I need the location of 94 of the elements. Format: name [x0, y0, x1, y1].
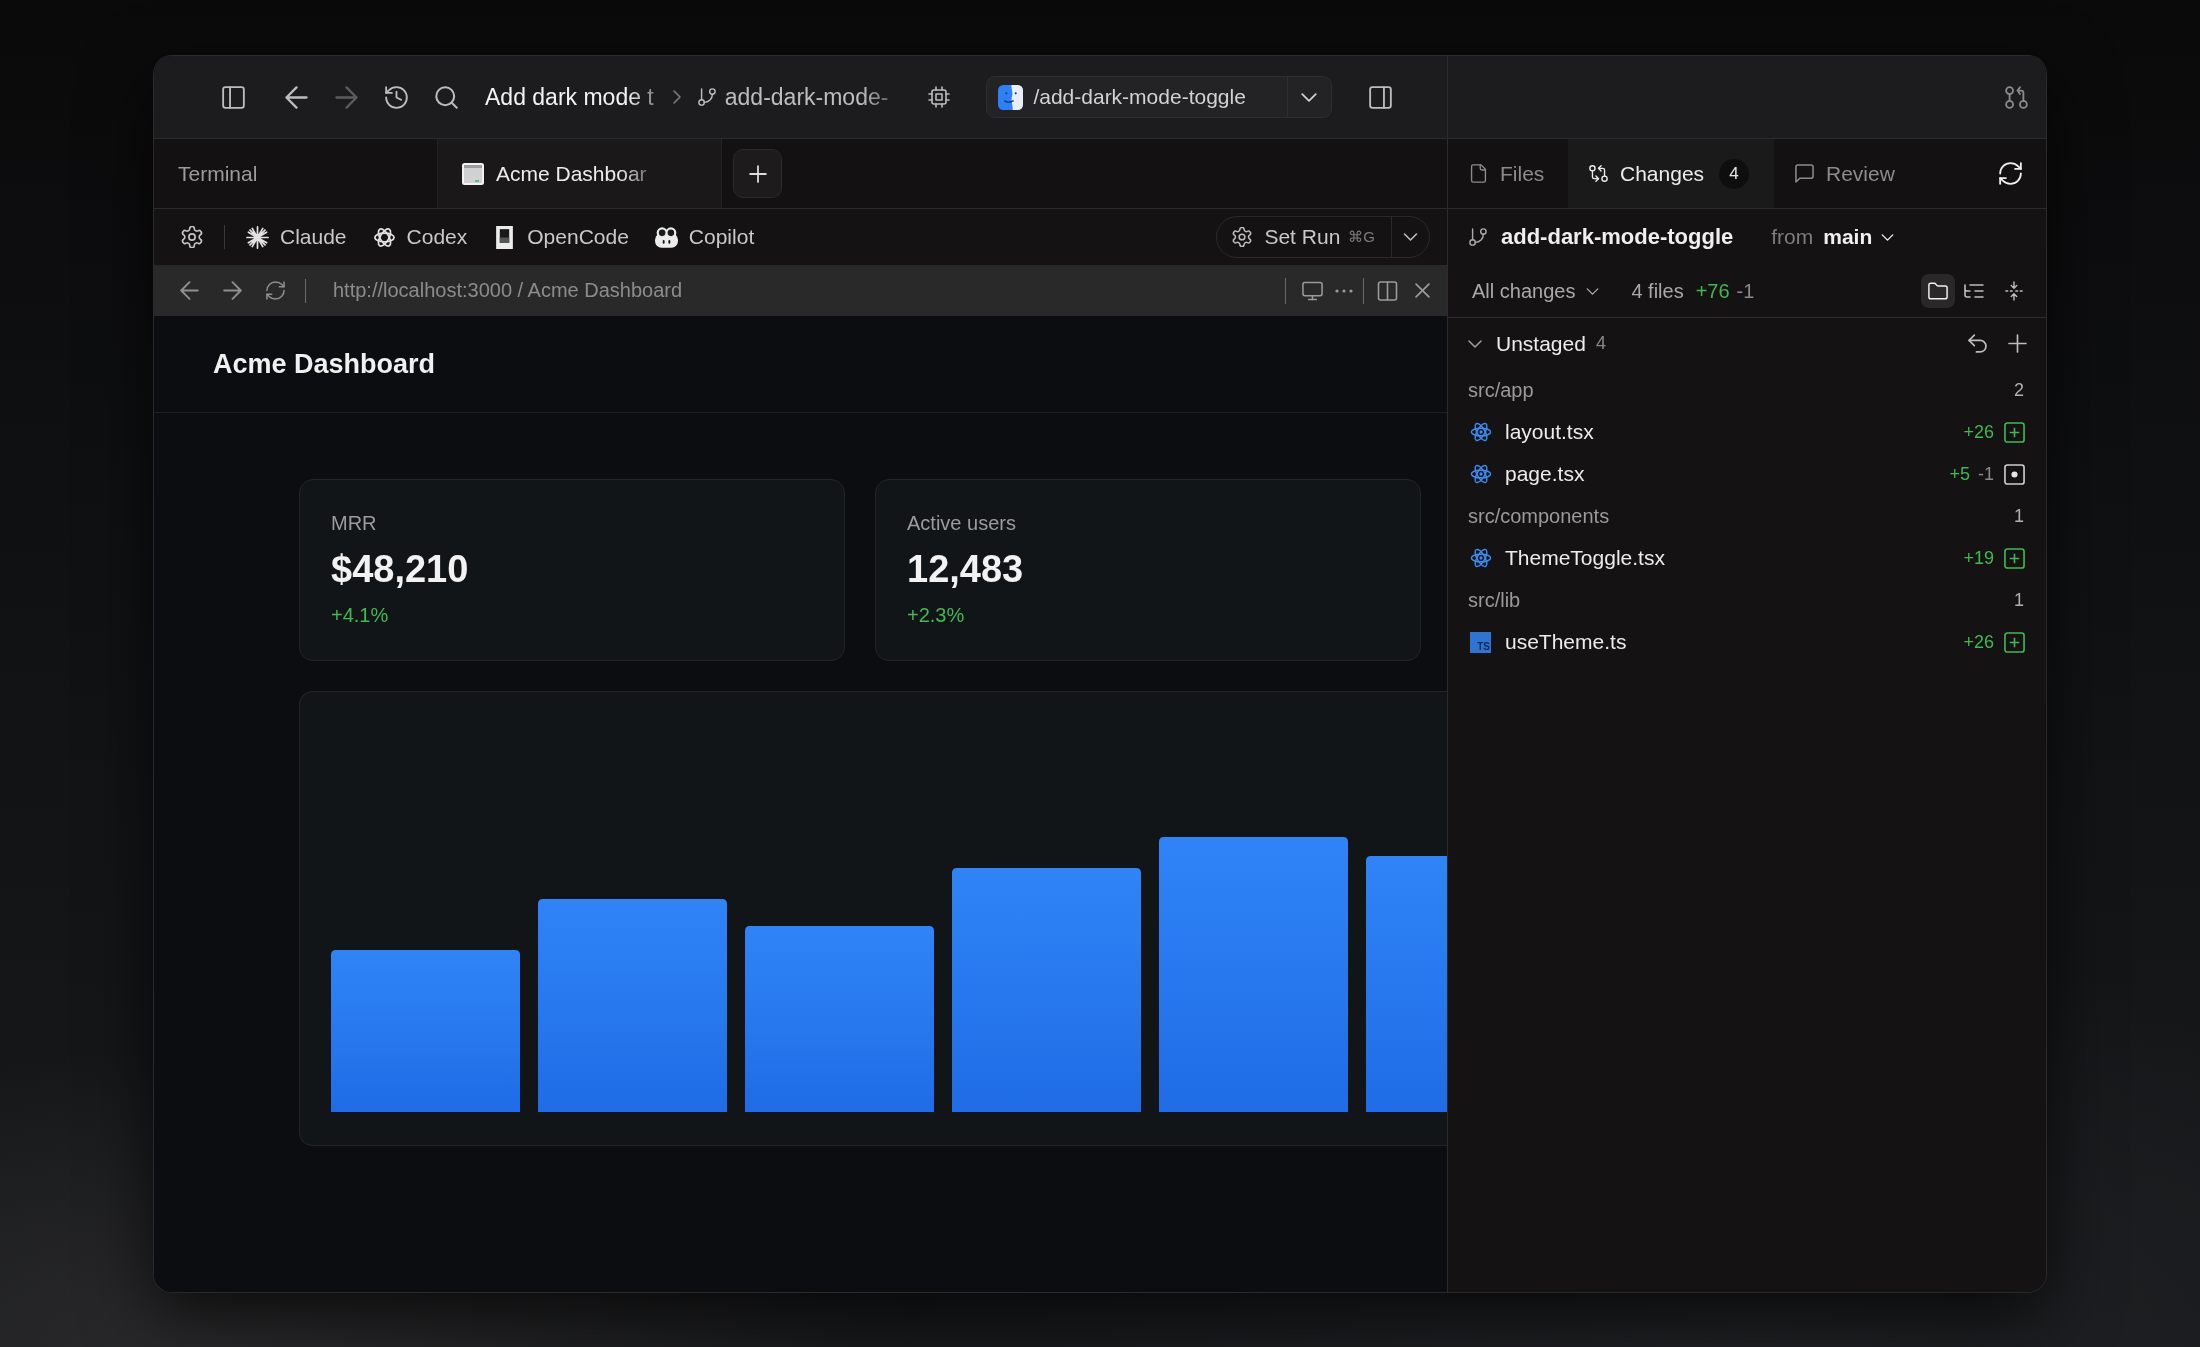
folder-path: src/lib — [1468, 588, 1521, 612]
back-icon[interactable] — [180, 281, 199, 300]
stat-label: MRR — [331, 511, 377, 536]
plus-square-icon[interactable] — [2004, 547, 2025, 569]
list-tree-icon — [1964, 282, 1984, 300]
search-icon[interactable] — [435, 85, 458, 109]
close-icon[interactable] — [1415, 283, 1430, 298]
branch-icon — [697, 88, 716, 106]
additions-count: +26 — [1963, 631, 1994, 653]
panel-tab[interactable]: Files — [1448, 139, 1568, 208]
stat-value: 12,483 — [907, 547, 1024, 592]
plus-square-icon[interactable] — [2004, 421, 2025, 443]
additions-count: +26 — [1963, 421, 1994, 443]
folder-file-count: 1 — [2014, 505, 2024, 527]
agent-button[interactable]: Copilot — [654, 225, 755, 249]
folder-path: src/app — [1468, 378, 1534, 402]
panel-tab[interactable]: Changes 4 — [1568, 139, 1774, 208]
additions-count: +5 — [1949, 463, 1970, 485]
branch-name: add-dark-mode-toggle — [1501, 224, 1734, 250]
task-title: Add dark mode t — [485, 83, 655, 111]
file-icon — [1469, 164, 1488, 183]
history-icon[interactable] — [385, 85, 408, 109]
file-name[interactable]: layout.tsx — [1505, 420, 1594, 444]
sidebar-toggle-icon[interactable] — [222, 85, 245, 109]
split-view-icon[interactable] — [1377, 280, 1398, 301]
plus-icon[interactable] — [2008, 334, 2027, 353]
stat-change: +4.1% — [331, 603, 389, 628]
branch-crumb[interactable]: add-dark-mode- — [724, 83, 893, 111]
chevron-down-icon — [1403, 233, 1418, 241]
base-branch-dropdown[interactable]: main — [1823, 225, 1895, 249]
branch-icon — [1469, 228, 1487, 246]
pull-request-icon[interactable] — [2005, 85, 2028, 109]
section-count: 4 — [1595, 333, 1606, 354]
app-icon — [998, 84, 1024, 110]
reload-icon[interactable] — [266, 281, 285, 300]
ts-file-icon: TS — [1470, 631, 1491, 653]
message-icon — [1795, 164, 1814, 183]
folder-file-count: 2 — [2014, 379, 2024, 401]
orbit-icon — [372, 225, 396, 249]
worktree-dropdown[interactable]: /add-dark-mode-toggle — [986, 76, 1333, 118]
settings-icon[interactable] — [181, 226, 203, 248]
chevron-down-icon — [1586, 287, 1600, 295]
folder-path: src/components — [1468, 504, 1610, 528]
panel-tab[interactable]: Review — [1774, 139, 1934, 208]
folder-file-count: 1 — [2014, 589, 2024, 611]
agent-button[interactable]: Codex — [372, 225, 468, 249]
view-mode-button[interactable] — [1921, 274, 1955, 308]
page-title: Acme Dashboard — [213, 348, 436, 380]
settings-icon — [1232, 227, 1253, 247]
chevron-right-icon — [672, 90, 681, 104]
refresh-icon[interactable] — [1999, 162, 2022, 185]
chip-icon[interactable] — [928, 86, 951, 108]
agent-button[interactable]: Claude — [246, 225, 347, 249]
deletions-count: -1 — [1978, 463, 1994, 485]
additions-count: +19 — [1963, 547, 1994, 569]
folder-icon — [1928, 282, 1948, 300]
starburst-icon — [246, 225, 269, 249]
file-name[interactable]: ThemeToggle.tsx — [1505, 546, 1665, 570]
count-badge: 4 — [1719, 158, 1750, 189]
window-icon — [462, 162, 484, 185]
chevron-down-icon[interactable] — [1468, 339, 1482, 348]
new-tab-button[interactable] — [733, 149, 782, 198]
plus-square-icon[interactable] — [2004, 631, 2025, 653]
sidebar-toggle-icon[interactable] — [1369, 85, 1393, 109]
from-label: from — [1771, 225, 1814, 249]
agent-button[interactable]: OpenCode — [493, 225, 629, 249]
compare-arrows-icon — [1589, 164, 1608, 183]
tab[interactable]: Acme Dashboar — [438, 139, 722, 208]
monitor-icon[interactable] — [1302, 280, 1323, 301]
section-title[interactable]: Unstaged — [1496, 331, 1586, 356]
atom-icon — [1470, 547, 1492, 569]
stat-label: Active users — [907, 511, 1016, 536]
undo-icon[interactable] — [1968, 334, 1987, 353]
atom-icon — [1470, 463, 1492, 485]
file-name[interactable]: useTheme.ts — [1505, 630, 1627, 654]
dot-square-icon[interactable] — [2004, 463, 2025, 485]
more-icon[interactable] — [1335, 288, 1353, 293]
deletions-count: -1 — [1736, 279, 1755, 303]
file-name[interactable]: page.tsx — [1505, 462, 1585, 486]
plus-icon — [748, 164, 767, 183]
collapse-icon[interactable] — [2005, 281, 2023, 301]
address-field[interactable]: http://localhost:3000 / Acme Dashboard — [333, 279, 683, 302]
chevron-down-icon — [1301, 92, 1318, 102]
filter-dropdown[interactable]: All changes — [1472, 279, 1600, 303]
set-run-button[interactable]: Set Run ⌘G — [1216, 216, 1430, 258]
atom-icon — [1470, 421, 1492, 443]
chevron-down-icon — [1881, 233, 1895, 241]
back-icon[interactable] — [285, 85, 308, 109]
additions-count: +76 — [1695, 279, 1730, 303]
robot-icon — [654, 225, 678, 249]
stat-change: +2.3% — [907, 603, 965, 628]
file-count: 4 files — [1631, 279, 1684, 303]
forward-icon[interactable] — [223, 281, 242, 300]
stat-value: $48,210 — [331, 547, 469, 592]
